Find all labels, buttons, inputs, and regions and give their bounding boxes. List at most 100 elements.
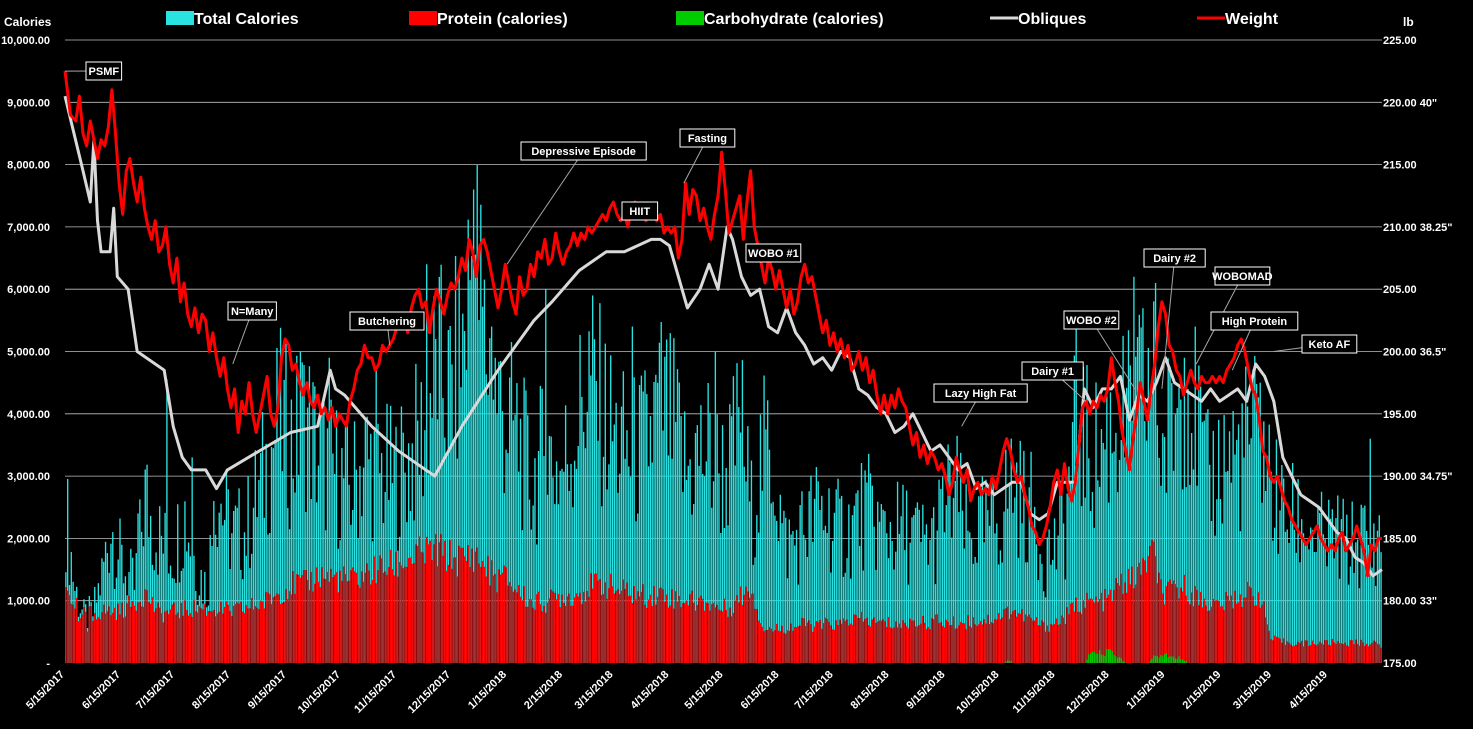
protein-calories-bar	[359, 587, 361, 663]
protein-calories-bar	[815, 620, 818, 663]
protein-calories-bar	[579, 592, 581, 663]
protein-calories-bar	[669, 605, 671, 663]
protein-calories-bar	[406, 566, 408, 663]
protein-calories-bar	[178, 618, 181, 663]
protein-calories-bar	[1015, 616, 1018, 663]
carbohydrate-calories-bar	[1115, 656, 1117, 663]
protein-calories-bar	[896, 627, 899, 663]
protein-calories-bar	[951, 625, 953, 663]
protein-calories-bar	[831, 629, 834, 663]
protein-calories-bar	[1144, 560, 1146, 663]
protein-calories-bar	[752, 593, 754, 663]
total-calories-bar	[763, 375, 765, 663]
protein-calories-bar	[738, 602, 740, 663]
protein-calories-bar	[552, 591, 554, 663]
carbohydrate-calories-bar	[1151, 658, 1153, 663]
protein-calories-bar	[67, 590, 69, 663]
protein-calories-bar	[536, 594, 538, 663]
protein-calories-bar	[976, 625, 978, 663]
protein-calories-bar	[1135, 584, 1137, 663]
protein-calories-bar	[355, 572, 358, 663]
total-calories-bar	[1310, 527, 1312, 663]
protein-calories-bar	[723, 598, 726, 663]
protein-calories-bar	[559, 607, 561, 663]
protein-calories-bar	[745, 586, 747, 663]
protein-calories-bar	[1360, 639, 1362, 663]
protein-calories-bar	[104, 613, 107, 663]
protein-calories-bar	[135, 610, 137, 663]
protein-calories-bar	[1268, 630, 1270, 663]
protein-calories-bar	[1183, 574, 1186, 663]
protein-calories-bar	[880, 620, 883, 663]
protein-calories-bar	[833, 629, 836, 663]
protein-calories-bar	[732, 613, 735, 663]
protein-calories-bar	[140, 606, 143, 663]
protein-calories-bar	[1088, 599, 1090, 663]
protein-calories-bar	[797, 626, 800, 663]
total-calories-bar	[766, 400, 769, 663]
protein-calories-bar	[637, 591, 639, 663]
protein-calories-bar	[222, 613, 224, 663]
carbohydrate-calories-bar	[1185, 660, 1187, 663]
protein-calories-bar	[561, 594, 563, 663]
protein-calories-bar	[1080, 613, 1083, 663]
protein-calories-bar	[819, 620, 821, 663]
protein-calories-bar	[97, 616, 100, 663]
protein-calories-bar	[1053, 623, 1056, 663]
protein-calories-bar	[521, 600, 523, 663]
total-calories-bar	[1291, 462, 1294, 663]
protein-calories-bar	[586, 590, 588, 663]
carbohydrate-calories-bar	[1107, 648, 1110, 663]
y-right-tick-label: 190.00 34.75"	[1383, 471, 1452, 483]
protein-calories-bar	[1364, 645, 1366, 663]
protein-calories-bar	[555, 599, 558, 663]
protein-calories-bar	[357, 584, 359, 663]
protein-calories-bar	[665, 594, 668, 663]
annotation-label: Depressive Episode	[531, 146, 636, 158]
total-calories-bar	[1351, 501, 1353, 663]
protein-calories-bar	[895, 621, 897, 663]
carbohydrate-calories-bar	[1104, 655, 1106, 663]
protein-calories-bar	[393, 575, 395, 663]
y-left-tick-label: 2,000.00	[7, 533, 50, 545]
protein-calories-bar	[1272, 640, 1274, 663]
protein-calories-bar	[1329, 645, 1332, 663]
protein-calories-bar	[1174, 584, 1177, 663]
protein-calories-bar	[992, 623, 994, 663]
carbohydrate-calories-bar	[1091, 652, 1094, 663]
protein-calories-bar	[323, 578, 325, 663]
protein-calories-bar	[792, 630, 794, 663]
protein-calories-bar	[550, 589, 552, 663]
protein-calories-bar	[180, 602, 183, 663]
protein-calories-bar	[1299, 642, 1301, 663]
protein-calories-bar	[610, 573, 612, 663]
protein-calories-bar	[162, 622, 164, 663]
protein-calories-bar	[548, 598, 551, 663]
total-calories-bar	[1275, 439, 1278, 663]
protein-calories-bar	[131, 600, 134, 663]
protein-calories-bar	[707, 603, 709, 663]
protein-calories-bar	[718, 609, 720, 663]
protein-calories-bar	[490, 560, 493, 663]
protein-calories-bar	[238, 603, 240, 663]
protein-calories-bar	[339, 570, 341, 663]
protein-calories-bar	[573, 597, 576, 663]
protein-calories-bar	[101, 612, 103, 663]
annotation-label: PSMF	[89, 66, 120, 78]
protein-calories-bar	[768, 626, 771, 663]
protein-calories-bar	[674, 591, 677, 663]
protein-calories-bar	[1266, 624, 1269, 663]
protein-calories-bar	[279, 604, 282, 663]
protein-calories-bar	[480, 567, 482, 663]
protein-calories-bar	[319, 587, 321, 663]
protein-calories-bar	[426, 536, 428, 663]
protein-calories-bar	[914, 626, 917, 663]
protein-calories-bar	[263, 608, 266, 663]
protein-calories-bar	[1086, 592, 1088, 663]
protein-calories-bar	[121, 602, 123, 663]
protein-calories-bar	[1050, 624, 1052, 663]
protein-calories-bar	[305, 570, 307, 663]
protein-calories-bar	[1365, 643, 1368, 663]
carbohydrate-calories-bar	[1089, 653, 1092, 663]
protein-calories-bar	[1203, 598, 1205, 663]
